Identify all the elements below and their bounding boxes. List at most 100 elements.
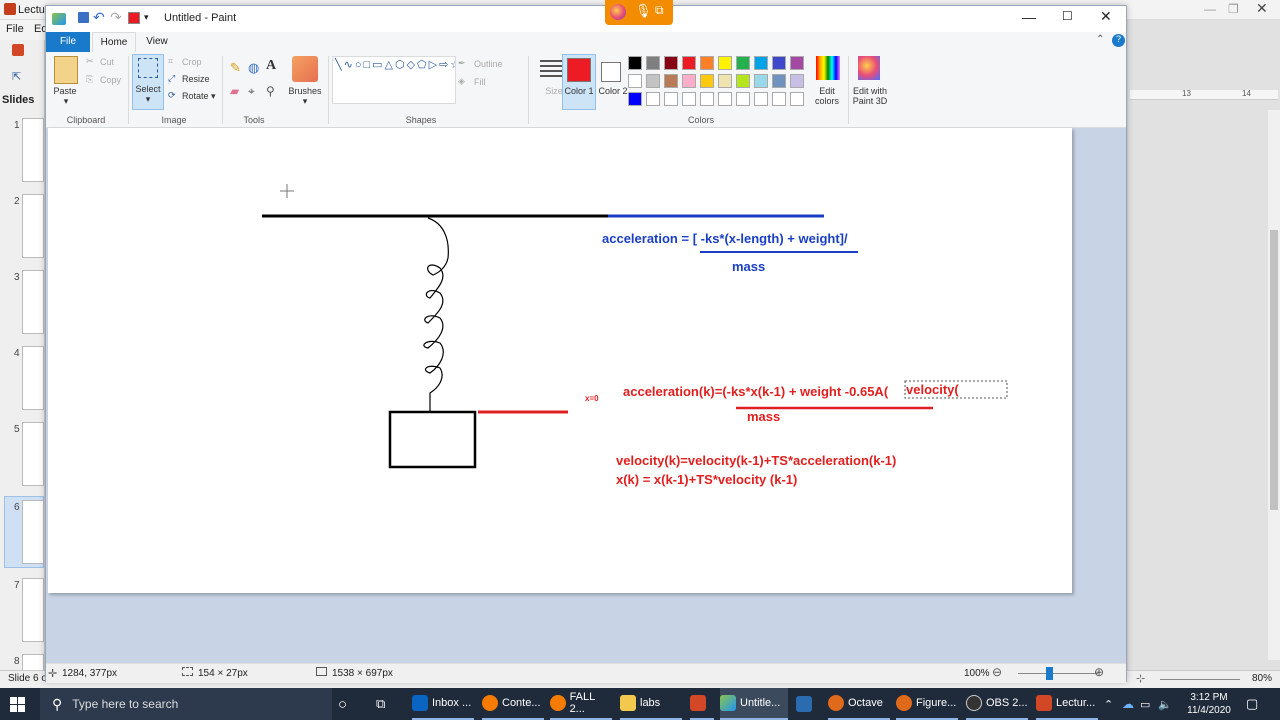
- palette-swatch[interactable]: [790, 92, 804, 106]
- zoom-in-icon[interactable]: ⊕: [1094, 665, 1104, 679]
- customize-qat-icon[interactable]: ▾: [144, 12, 149, 23]
- volume-icon[interactable]: 🔈: [1158, 688, 1172, 720]
- palette-swatch[interactable]: [754, 92, 768, 106]
- pp-close-icon[interactable]: ✕: [1256, 0, 1268, 17]
- pp-save-icon[interactable]: [12, 44, 24, 56]
- help-icon[interactable]: ?: [1112, 34, 1125, 47]
- network-icon[interactable]: ▭: [1140, 688, 1150, 720]
- eraser-icon[interactable]: ▰: [230, 84, 239, 98]
- brushes-dropdown-icon[interactable]: ▾: [284, 96, 326, 107]
- palette-swatch[interactable]: [700, 92, 714, 106]
- pp-scrollbar-thumb[interactable]: [1270, 230, 1278, 510]
- palette-swatch[interactable]: [682, 56, 696, 70]
- taskbar-network-app[interactable]: [796, 688, 820, 720]
- brushes-button[interactable]: Brushes: [284, 86, 326, 96]
- drawing-canvas[interactable]: acceleration = [ -ks*(x-length) + weight…: [48, 128, 1072, 593]
- crop-icon[interactable]: ⌗: [168, 56, 173, 67]
- palette-swatch[interactable]: [718, 92, 732, 106]
- paste-dropdown-icon[interactable]: ▾: [56, 96, 76, 107]
- tab-file[interactable]: File: [46, 32, 90, 52]
- palette-swatch[interactable]: [700, 74, 714, 88]
- notifications-icon[interactable]: ▢: [1246, 688, 1258, 720]
- pp-maximize-icon[interactable]: ❐: [1228, 2, 1239, 16]
- brushes-icon[interactable]: [292, 56, 318, 82]
- zoom-slider-thumb[interactable]: [1046, 667, 1053, 680]
- palette-swatch[interactable]: [754, 74, 768, 88]
- fit-slide-icon[interactable]: ⊹: [1136, 672, 1145, 685]
- palette-swatch[interactable]: [646, 74, 660, 88]
- clock[interactable]: 3:12 PM 11/4/2020: [1184, 691, 1234, 717]
- undo-icon[interactable]: ↶: [93, 9, 105, 26]
- resize-button[interactable]: Resize: [182, 74, 210, 84]
- slide-thumbnail[interactable]: [22, 346, 44, 410]
- color2-swatch[interactable]: [601, 62, 621, 82]
- paint3d-icon[interactable]: [858, 56, 880, 80]
- search-box[interactable]: ⚲ Type here to search: [40, 688, 332, 720]
- onedrive-icon[interactable]: ☁: [1122, 688, 1134, 720]
- palette-swatch[interactable]: [718, 56, 732, 70]
- edit-colors-icon[interactable]: [816, 56, 840, 80]
- rotate-icon[interactable]: ⟳: [168, 90, 176, 101]
- paste-button[interactable]: Paste: [50, 86, 80, 96]
- palette-swatch[interactable]: [664, 74, 678, 88]
- task-view-icon[interactable]: ⧉: [376, 688, 396, 720]
- palette-swatch[interactable]: [646, 56, 660, 70]
- microphone-icon[interactable]: 🎙: [635, 3, 652, 19]
- cortana-icon[interactable]: ○: [338, 688, 358, 720]
- taskbar-powerpoint[interactable]: Lectur...: [1036, 688, 1098, 720]
- palette-swatch[interactable]: [664, 56, 678, 70]
- cut-icon[interactable]: ✂: [86, 56, 94, 67]
- pp-minimize-icon[interactable]: —: [1204, 2, 1216, 16]
- taskbar-outlook[interactable]: Inbox ...: [412, 688, 474, 720]
- edit-colors-button[interactable]: Edit colors: [808, 86, 846, 106]
- taskbar-paint[interactable]: Untitle...: [720, 688, 788, 720]
- palette-swatch[interactable]: [772, 56, 786, 70]
- taskbar-firefox-content[interactable]: Conte...: [482, 688, 544, 720]
- select-icon[interactable]: [138, 58, 158, 78]
- palette-swatch[interactable]: [646, 92, 660, 106]
- save-icon[interactable]: [78, 12, 89, 23]
- palette-swatch[interactable]: [700, 56, 714, 70]
- tab-home[interactable]: Home: [92, 32, 136, 53]
- outline-button[interactable]: Outline: [474, 59, 503, 69]
- taskbar-octave[interactable]: Octave: [828, 688, 890, 720]
- slide-thumbnail[interactable]: [22, 270, 44, 334]
- palette-swatch[interactable]: [628, 74, 642, 88]
- taskbar-firefox-fall[interactable]: FALL 2...: [550, 688, 612, 720]
- rotate-dropdown-icon[interactable]: ▾: [211, 91, 216, 102]
- fill-icon[interactable]: ◍: [248, 60, 259, 76]
- slide-thumbnail-active[interactable]: [22, 500, 44, 564]
- minimize-icon[interactable]: —: [1022, 9, 1036, 25]
- start-button[interactable]: [10, 688, 30, 720]
- outline-icon[interactable]: ✒: [458, 58, 466, 69]
- fill-shape-icon[interactable]: ◈: [458, 76, 465, 87]
- crop-button[interactable]: Crop: [182, 57, 202, 67]
- palette-swatch[interactable]: [682, 74, 696, 88]
- palette-swatch[interactable]: [736, 92, 750, 106]
- pp-cursor-icon[interactable]: ⇱: [12, 70, 21, 83]
- palette-swatch[interactable]: [772, 92, 786, 106]
- paste-icon[interactable]: [54, 56, 78, 84]
- close-icon[interactable]: ✕: [1100, 8, 1112, 25]
- palette-swatch[interactable]: [736, 56, 750, 70]
- palette-swatch[interactable]: [628, 92, 642, 106]
- text-icon[interactable]: A: [266, 58, 276, 74]
- magnifier-icon[interactable]: ⚲: [266, 84, 275, 98]
- select-button[interactable]: Select: [132, 84, 164, 94]
- palette-swatch[interactable]: [736, 74, 750, 88]
- palette-swatch[interactable]: [718, 74, 732, 88]
- palette-swatch[interactable]: [772, 74, 786, 88]
- palette-swatch[interactable]: [790, 56, 804, 70]
- zoom-slider-track[interactable]: [1018, 673, 1098, 674]
- palette-swatch[interactable]: [664, 92, 678, 106]
- quick-color-icon[interactable]: [128, 12, 140, 24]
- fill-button[interactable]: Fill: [474, 77, 486, 87]
- taskbar-figure[interactable]: Figure...: [896, 688, 958, 720]
- shapes-gallery[interactable]: ╲∿○□▭△⬡◇⬠▷⇨☆▢◻⇧✦✧▭◯▱: [332, 56, 456, 104]
- rotate-button[interactable]: Rotate: [182, 91, 209, 101]
- pencil-icon[interactable]: ✎: [230, 60, 241, 76]
- cut-button[interactable]: Cut: [100, 57, 114, 67]
- color-picker-icon[interactable]: ⌖: [248, 84, 255, 99]
- pp-zoom-slider[interactable]: [1160, 679, 1240, 680]
- red-text-box[interactable]: velocity(: [906, 382, 959, 397]
